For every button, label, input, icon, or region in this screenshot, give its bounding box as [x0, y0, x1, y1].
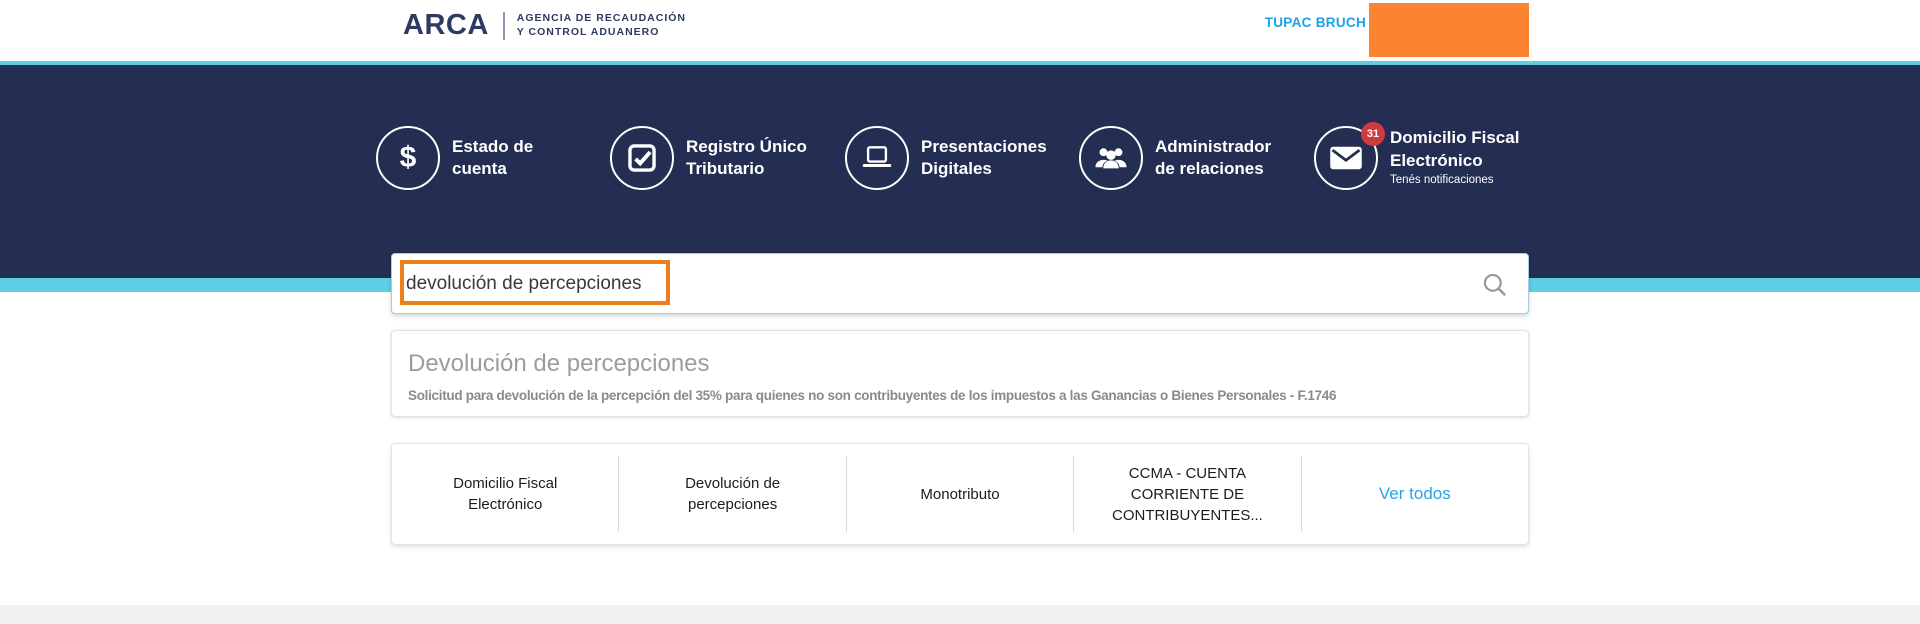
footer-strip — [0, 605, 1920, 624]
logo-divider — [502, 11, 505, 40]
notification-badge: 31 — [1361, 122, 1385, 146]
search-box — [391, 253, 1529, 314]
page: ARCA AGENCIA DE RECAUDACIÓN Y CONTROL AD… — [0, 0, 1920, 624]
top-header: ARCA AGENCIA DE RECAUDACIÓN Y CONTROL AD… — [0, 0, 1920, 61]
nav-item-administrador-de-relaciones[interactable]: Administrador de relaciones — [1079, 126, 1271, 190]
checkbox-icon — [610, 126, 674, 190]
nav-item-domicilio-fiscal-electronico[interactable]: 31 Domicilio Fiscal Electrónico Tenés no… — [1314, 122, 1519, 190]
redacted-header-button[interactable] — [1369, 3, 1529, 57]
user-name[interactable]: TUPAC BRUCH — [1265, 15, 1366, 30]
search-icon[interactable] — [1481, 271, 1508, 298]
search-result-item[interactable]: Devolución de percepciones Solicitud par… — [391, 330, 1529, 417]
dollar-icon: $ — [376, 126, 440, 190]
quick-link-devolucion-de-percepciones[interactable]: Devolución de percepciones — [619, 444, 845, 544]
see-all-link[interactable]: Ver todos — [1302, 444, 1528, 544]
envelope-icon: 31 — [1314, 122, 1385, 190]
logo-tagline: AGENCIA DE RECAUDACIÓN Y CONTROL ADUANER… — [516, 11, 686, 38]
nav-item-label: Registro Único Tributario — [686, 136, 807, 178]
result-description: Solicitud para devolución de la percepci… — [408, 388, 1337, 403]
search-input[interactable] — [406, 255, 1456, 312]
result-title: Devolución de percepciones — [408, 350, 710, 377]
group-icon — [1079, 126, 1143, 190]
arca-logo[interactable]: ARCA AGENCIA DE RECAUDACIÓN Y CONTROL AD… — [403, 9, 686, 42]
nav-item-presentaciones-digitales[interactable]: Presentaciones Digitales — [845, 126, 1047, 190]
quick-links-card: Domicilio Fiscal Electrónico Devolución … — [391, 443, 1529, 545]
quick-link-ccma[interactable]: CCMA - CUENTA CORRIENTE DE CONTRIBUYENTE… — [1074, 444, 1300, 544]
arca-logo-brand: ARCA — [403, 9, 489, 41]
nav-item-label: Administrador de relaciones — [1155, 136, 1272, 178]
nav-item-label: Presentaciones Digitales — [921, 136, 1047, 178]
notification-subtitle: Tenés notificaciones — [1390, 174, 1494, 187]
quick-link-monotributo[interactable]: Monotributo — [847, 444, 1073, 544]
nav-item-label: Estado de cuenta — [452, 136, 534, 178]
quick-link-domicilio-fiscal-electronico[interactable]: Domicilio Fiscal Electrónico — [392, 444, 618, 544]
nav-item-estado-de-cuenta[interactable]: $ Estado de cuenta — [376, 126, 533, 190]
nav-item-registro-unico-tributario[interactable]: Registro Único Tributario — [610, 126, 807, 190]
laptop-icon — [845, 126, 909, 190]
nav-item-label: Domicilio Fiscal Electrónico Tenés notif… — [1390, 127, 1519, 188]
